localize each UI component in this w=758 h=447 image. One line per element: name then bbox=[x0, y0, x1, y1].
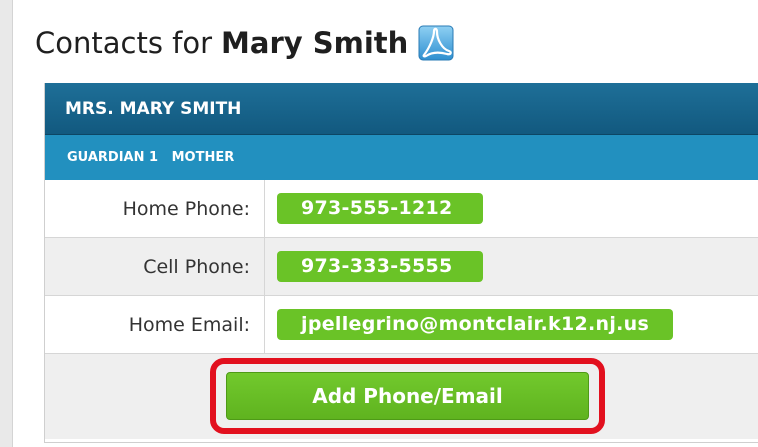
home-email-value[interactable]: jpellegrino@montclair.k12.nj.us bbox=[277, 309, 674, 340]
home-phone-value[interactable]: 973-555-1212 bbox=[277, 193, 483, 224]
cell-phone-row: Cell Phone: 973-333-5555 bbox=[45, 238, 758, 296]
page-title-name: Mary Smith bbox=[221, 26, 409, 60]
add-phone-email-button[interactable]: Add Phone/Email bbox=[226, 372, 589, 420]
add-contact-row: Add Phone/Email bbox=[45, 354, 758, 439]
cell-phone-label: Cell Phone: bbox=[45, 238, 265, 295]
page-title: Contacts for Mary Smith bbox=[35, 18, 454, 68]
contact-card: MRS. MARY SMITH GUARDIAN 1 MOTHER Home P… bbox=[44, 83, 758, 443]
home-phone-label: Home Phone: bbox=[45, 180, 265, 237]
page-title-prefix: Contacts for bbox=[35, 26, 213, 60]
cell-phone-value[interactable]: 973-333-5555 bbox=[277, 251, 483, 282]
home-email-row: Home Email: jpellegrino@montclair.k12.nj… bbox=[45, 296, 758, 354]
left-rail bbox=[0, 0, 12, 447]
home-phone-row: Home Phone: 973-555-1212 bbox=[45, 180, 758, 238]
contact-name-header: MRS. MARY SMITH bbox=[45, 83, 758, 135]
pdf-export-icon[interactable] bbox=[418, 25, 454, 61]
home-email-label: Home Email: bbox=[45, 296, 265, 353]
left-rail-edge bbox=[12, 0, 13, 447]
contact-relationship: GUARDIAN 1 MOTHER bbox=[45, 135, 758, 180]
